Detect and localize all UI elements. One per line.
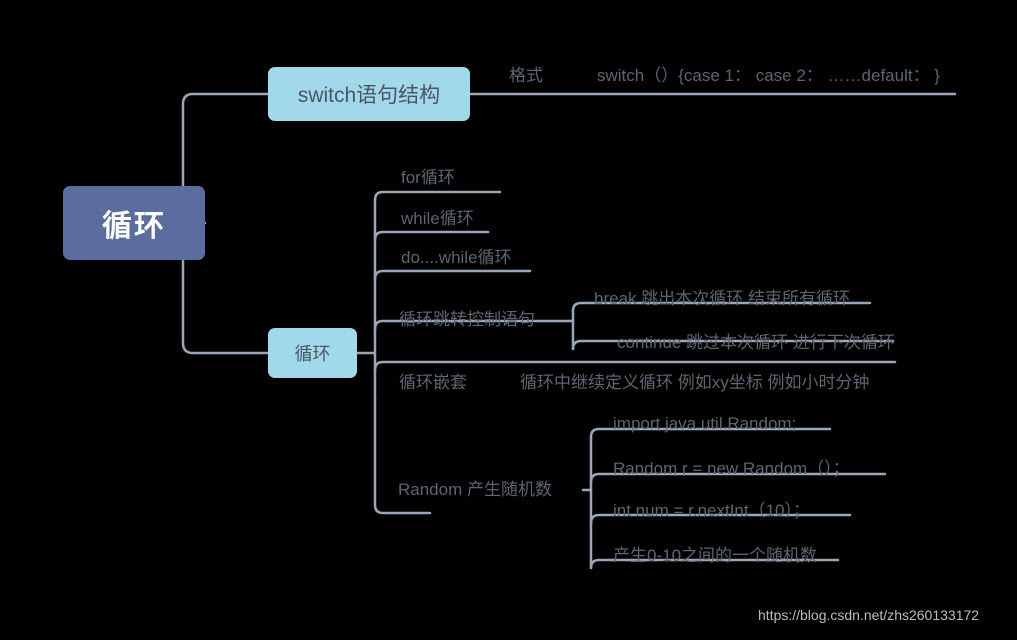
leaf-nested-loop-note-text: 循环中继续定义循环 例如xy坐标 例如小时分钟 bbox=[520, 373, 870, 392]
leaf-switch-format-value-text: switch（）{case 1： case 2： ……default： } bbox=[597, 66, 940, 85]
leaf-random[interactable]: Random 产生随机数 bbox=[398, 481, 552, 498]
root-node-label: 循环 bbox=[102, 210, 166, 243]
leaf-nested-loop-text: 循环嵌套 bbox=[399, 373, 467, 392]
leaf-break-text: break 跳出本次循环 结束所有循环 bbox=[594, 289, 850, 308]
leaf-dowhile-loop-text: do....while循环 bbox=[401, 248, 512, 267]
leaf-nested-loop[interactable]: 循环嵌套 bbox=[399, 374, 467, 391]
leaf-switch-format-label-text: 格式 bbox=[509, 66, 543, 85]
leaf-random-new-text: Random r = new Random（）； bbox=[613, 459, 850, 478]
leaf-random-import[interactable]: import java.util.Random; bbox=[613, 415, 796, 432]
branch-node-switch[interactable]: switch语句结构 bbox=[268, 67, 470, 121]
leaf-continue[interactable]: continue 跳过本次循环 进行下次循环 bbox=[617, 334, 895, 351]
leaf-jump-control[interactable]: 循环跳转控制语句 bbox=[399, 311, 535, 328]
leaf-nested-loop-note[interactable]: 循环中继续定义循环 例如xy坐标 例如小时分钟 bbox=[520, 374, 869, 391]
leaf-random-new[interactable]: Random r = new Random（）； bbox=[613, 460, 850, 477]
mindmap-canvas: 循环 switch语句结构 循环 格式 switch（）{case 1： cas… bbox=[0, 0, 1017, 640]
watermark-text: https://blog.csdn.net/zhs260133172 bbox=[758, 607, 980, 623]
underline-nested-loop bbox=[373, 360, 897, 372]
leaf-for-loop[interactable]: for循环 bbox=[401, 169, 455, 186]
underline-for-loop bbox=[373, 190, 502, 202]
leaf-jump-control-text: 循环跳转控制语句 bbox=[399, 310, 535, 329]
leaf-random-nextint[interactable]: int num = r.nextInt（10）； bbox=[613, 502, 810, 519]
underline-while-loop bbox=[373, 230, 490, 242]
leaf-continue-text: continue 跳过本次循环 进行下次循环 bbox=[617, 333, 895, 352]
leaf-random-import-text: import java.util.Random; bbox=[613, 414, 797, 433]
leaf-while-loop-text: while循环 bbox=[401, 209, 474, 228]
leaf-dowhile-loop[interactable]: do....while循环 bbox=[401, 249, 512, 266]
leaf-switch-format-label[interactable]: 格式 bbox=[509, 67, 543, 84]
root-node[interactable]: 循环 bbox=[63, 186, 205, 260]
branch-node-loop-label: 循环 bbox=[294, 344, 331, 364]
leaf-random-nextint-text: int num = r.nextInt（10）； bbox=[613, 501, 811, 520]
leaf-random-desc[interactable]: 产生0-10之间的一个随机数 bbox=[613, 547, 817, 564]
leaf-while-loop[interactable]: while循环 bbox=[401, 210, 474, 227]
branch-node-switch-label: switch语句结构 bbox=[297, 84, 441, 107]
underline-dowhile-loop bbox=[373, 269, 532, 281]
leaf-random-desc-text: 产生0-10之间的一个随机数 bbox=[613, 546, 818, 565]
watermark: https://blog.csdn.net/zhs260133172 bbox=[758, 607, 979, 623]
leaf-random-text: Random 产生随机数 bbox=[398, 480, 552, 499]
leaf-break[interactable]: break 跳出本次循环 结束所有循环 bbox=[594, 290, 850, 307]
leaf-switch-format-value[interactable]: switch（）{case 1： case 2： ……default： } bbox=[597, 67, 940, 84]
branch-node-loop[interactable]: 循环 bbox=[268, 328, 357, 378]
leaf-for-loop-text: for循环 bbox=[401, 168, 455, 187]
